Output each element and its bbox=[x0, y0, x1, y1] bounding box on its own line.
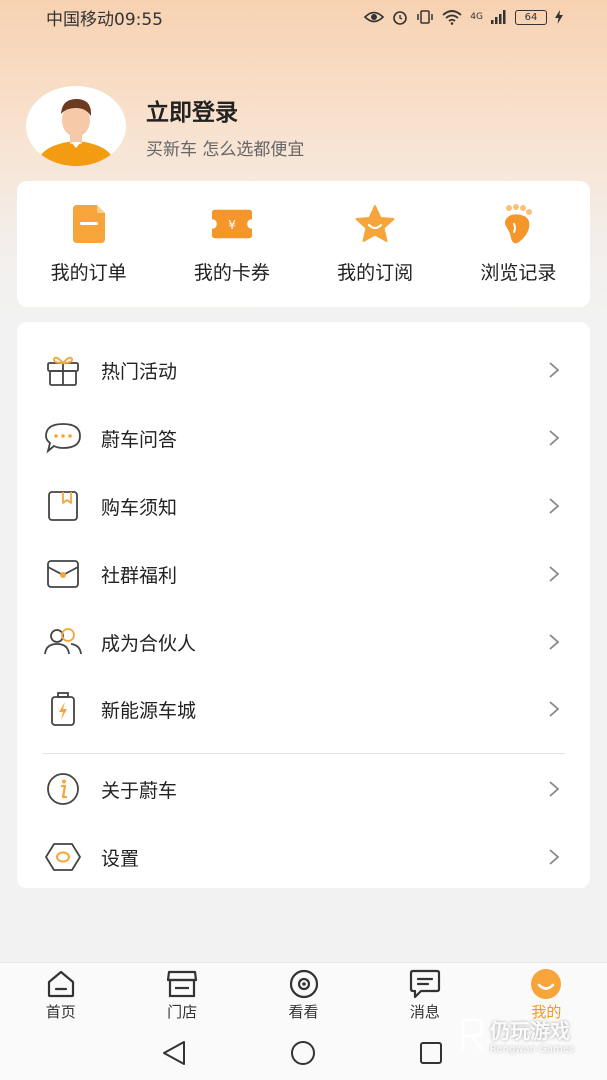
profile-section[interactable]: 立即登录 买新车 怎么选都便宜 bbox=[26, 86, 304, 166]
home-icon bbox=[45, 969, 77, 999]
back-nav-icon[interactable] bbox=[160, 1040, 188, 1066]
star-icon bbox=[355, 204, 395, 244]
tab-label: 门店 bbox=[167, 1003, 198, 1021]
carrier-time: 中国移动09:55 bbox=[46, 9, 163, 30]
quick-action-history[interactable]: 浏览记录 bbox=[447, 181, 590, 307]
menu-item-community-benefits[interactable]: 社群福利 bbox=[17, 541, 590, 607]
settings-icon bbox=[43, 837, 83, 877]
menu-item-settings[interactable]: 设置 bbox=[17, 824, 590, 890]
chevron-right-icon bbox=[544, 360, 564, 380]
menu-item-become-partner[interactable]: 成为合伙人 bbox=[17, 609, 590, 675]
store-icon bbox=[166, 969, 198, 999]
message-icon bbox=[409, 969, 441, 999]
avatar-person-icon bbox=[36, 86, 116, 166]
quick-action-orders[interactable]: 我的订单 bbox=[17, 181, 160, 307]
partners-icon bbox=[43, 622, 83, 662]
bookmark-note-icon bbox=[43, 486, 83, 526]
menu-item-label: 购车须知 bbox=[101, 496, 178, 519]
bottom-tab-bar: 首页 门店 看看 消息 我的 bbox=[0, 962, 607, 1028]
status-icons: 4G 64 bbox=[364, 9, 563, 25]
tab-store[interactable]: 门店 bbox=[121, 963, 242, 1028]
footprint-icon bbox=[498, 203, 538, 244]
tab-label: 消息 bbox=[409, 1003, 440, 1021]
smile-icon bbox=[530, 969, 562, 999]
home-nav-icon[interactable] bbox=[289, 1040, 317, 1068]
menu-item-purchase-notice[interactable]: 购车须知 bbox=[17, 473, 590, 539]
info-icon bbox=[43, 769, 83, 809]
chat-bubble-icon bbox=[43, 418, 83, 458]
battery-icon: 64 bbox=[515, 9, 547, 25]
tab-home[interactable]: 首页 bbox=[0, 963, 121, 1028]
menu-item-hot-activities[interactable]: 热门活动 bbox=[17, 337, 590, 403]
order-icon bbox=[69, 204, 109, 244]
quick-action-label: 我的卡券 bbox=[193, 261, 270, 284]
eye-icon bbox=[288, 969, 320, 999]
menu-item-qa[interactable]: 蔚车问答 bbox=[17, 405, 590, 471]
vibrate-icon bbox=[417, 10, 434, 24]
chevron-right-icon bbox=[544, 779, 564, 799]
signal-icon bbox=[491, 10, 506, 24]
tab-label: 我的 bbox=[531, 1003, 562, 1021]
charging-icon bbox=[555, 10, 563, 24]
chevron-right-icon bbox=[544, 699, 564, 719]
menu-item-ev-mall[interactable]: 新能源车城 bbox=[17, 676, 590, 742]
system-nav-bar bbox=[0, 1028, 607, 1080]
network-type: 4G bbox=[470, 12, 483, 22]
tab-label: 看看 bbox=[288, 1003, 319, 1021]
wifi-icon bbox=[442, 10, 462, 25]
menu-item-label: 热门活动 bbox=[101, 360, 178, 383]
menu-item-about[interactable]: 关于蔚车 bbox=[17, 756, 590, 822]
tab-mine[interactable]: 我的 bbox=[486, 963, 607, 1028]
login-title[interactable]: 立即登录 bbox=[146, 93, 304, 127]
menu-divider bbox=[42, 753, 565, 754]
tab-messages[interactable]: 消息 bbox=[364, 963, 485, 1028]
chevron-right-icon bbox=[544, 496, 564, 516]
gift-icon bbox=[43, 350, 83, 390]
chevron-right-icon bbox=[544, 428, 564, 448]
tab-watch[interactable]: 看看 bbox=[243, 963, 364, 1028]
quick-action-subscriptions[interactable]: 我的订阅 bbox=[304, 181, 447, 307]
quick-action-label: 我的订阅 bbox=[337, 261, 414, 284]
chevron-right-icon bbox=[544, 632, 564, 652]
envelope-icon bbox=[43, 554, 83, 594]
quick-action-coupons[interactable]: ¥ 我的卡券 bbox=[160, 181, 303, 307]
chevron-right-icon bbox=[544, 564, 564, 584]
recents-nav-icon[interactable] bbox=[418, 1040, 444, 1066]
alarm-icon bbox=[393, 11, 408, 25]
quick-action-label: 浏览记录 bbox=[480, 261, 557, 284]
quick-actions-card: 我的订单 ¥ 我的卡券 我的订阅 浏览记录 bbox=[17, 181, 590, 307]
avatar[interactable] bbox=[26, 86, 126, 166]
menu-item-label: 成为合伙人 bbox=[101, 632, 197, 655]
menu-item-label: 新能源车城 bbox=[101, 699, 197, 722]
coupon-icon: ¥ bbox=[211, 204, 252, 244]
svg-text:¥: ¥ bbox=[228, 217, 236, 231]
menu-card: 热门活动 蔚车问答 购车须知 社群福利 成为合伙人 新能源车城 关于蔚车 设置 bbox=[17, 322, 590, 888]
menu-item-label: 社群福利 bbox=[101, 564, 178, 587]
menu-item-label: 设置 bbox=[101, 847, 140, 870]
menu-item-label: 关于蔚车 bbox=[101, 779, 178, 802]
login-subtitle: 买新车 怎么选都便宜 bbox=[146, 139, 305, 160]
battery-charge-icon bbox=[43, 689, 83, 729]
status-bar: 中国移动09:55 4G 64 bbox=[0, 0, 607, 34]
eye-comfort-icon bbox=[364, 11, 385, 23]
battery-level: 64 bbox=[524, 11, 538, 23]
chevron-right-icon bbox=[544, 847, 564, 867]
tab-label: 首页 bbox=[45, 1003, 76, 1021]
menu-item-label: 蔚车问答 bbox=[101, 428, 178, 451]
quick-action-label: 我的订单 bbox=[50, 261, 127, 284]
